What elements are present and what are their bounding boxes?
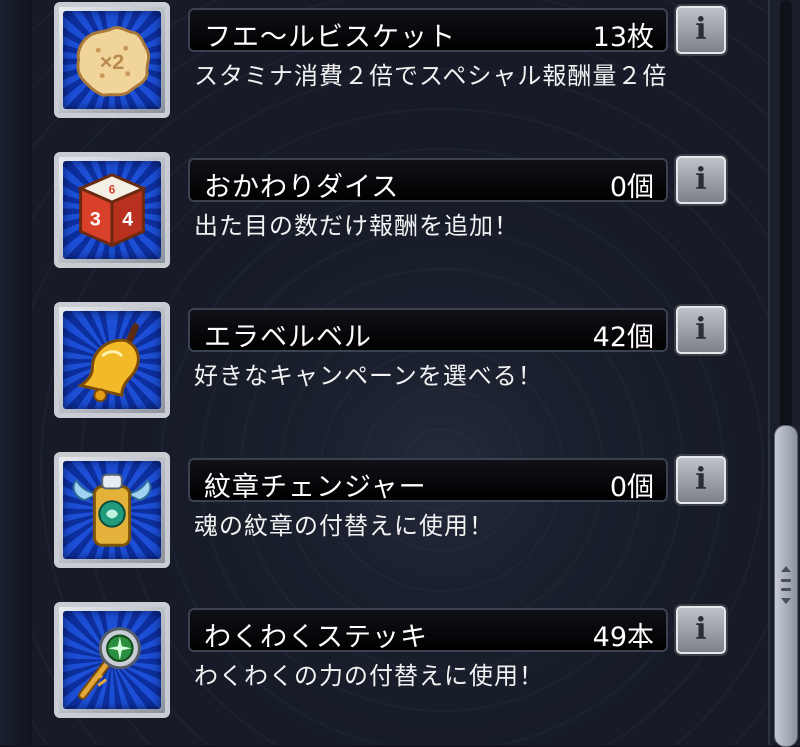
item-name: 紋章チェンジャー: [204, 472, 427, 503]
info-button[interactable]: i: [676, 6, 726, 54]
list-item: 紋章チェンジャー 0個 i 魂の紋章の付替えに使用！: [0, 450, 768, 580]
dice-face-top: 6: [109, 183, 116, 196]
info-button[interactable]: i: [676, 156, 726, 204]
info-button[interactable]: i: [676, 306, 726, 354]
item-count: 0個: [609, 472, 654, 503]
item-name: おかわりダイス: [204, 172, 400, 203]
biscuit-label: ×2: [100, 49, 125, 74]
item-description: 好きなキャンペーンを選べる！: [194, 362, 543, 390]
info-icon: i: [695, 462, 707, 497]
item-description: スタミナ消費２倍でスペシャル報酬量２倍: [194, 62, 668, 90]
item-count: 13枚: [592, 22, 654, 53]
item-icon-frame[interactable]: [54, 602, 170, 718]
item-name-bar: フエ〜ルビスケット 13枚: [188, 8, 668, 53]
list-item: ×2 フエ〜ルビスケット 13枚 i スタミナ消費２倍でスペシャル報酬量２倍: [0, 0, 768, 130]
item-name-bar: おかわりダイス 0個: [188, 158, 668, 203]
item-name: フエ〜ルビスケット: [204, 22, 456, 53]
scrollbar[interactable]: [768, 0, 800, 747]
info-button[interactable]: i: [676, 456, 726, 504]
item-count: 42個: [592, 322, 654, 353]
emblem-changer-icon: [72, 473, 152, 547]
item-icon-frame[interactable]: ×2: [54, 2, 170, 118]
info-button[interactable]: i: [676, 606, 726, 654]
item-name-bar: わくわくステッキ 49本: [188, 608, 668, 653]
dice-icon: 6 3 4: [76, 173, 148, 248]
item-name: エラベルベル: [204, 322, 372, 353]
stick-icon: [78, 627, 141, 700]
item-name: わくわくステッキ: [204, 622, 428, 653]
grip-icon: [781, 566, 791, 604]
info-icon: i: [695, 312, 707, 347]
list-item: わくわくステッキ 49本 i わくわくの力の付替えに使用！: [0, 600, 768, 730]
item-count: 49本: [592, 622, 654, 653]
item-description: わくわくの力の付替えに使用！: [194, 662, 544, 690]
list-item: 6 3 4 おかわりダイス 0個 i 出た目の数だけ報酬を追加！: [0, 150, 768, 280]
item-icon-frame[interactable]: [54, 452, 170, 568]
info-icon: i: [695, 12, 707, 47]
info-icon: i: [695, 612, 707, 647]
list-item: エラベルベル 42個 i 好きなキャンペーンを選べる！: [0, 300, 768, 430]
item-count: 0個: [609, 172, 654, 203]
scroll-thumb[interactable]: [774, 425, 798, 747]
item-description: 出た目の数だけ報酬を追加！: [194, 212, 519, 240]
dice-face-left: 3: [90, 209, 101, 231]
item-name-bar: 紋章チェンジャー 0個: [188, 458, 668, 503]
dice-face-right: 4: [122, 209, 133, 231]
bell-icon: [77, 323, 140, 403]
item-icon-frame[interactable]: 6 3 4: [54, 152, 170, 268]
item-description: 魂の紋章の付替えに使用！: [194, 512, 494, 540]
biscuit-icon: ×2: [76, 26, 151, 97]
item-name-bar: エラベルベル 42個: [188, 308, 668, 353]
item-icon-frame[interactable]: [54, 302, 170, 418]
info-icon: i: [695, 162, 707, 197]
